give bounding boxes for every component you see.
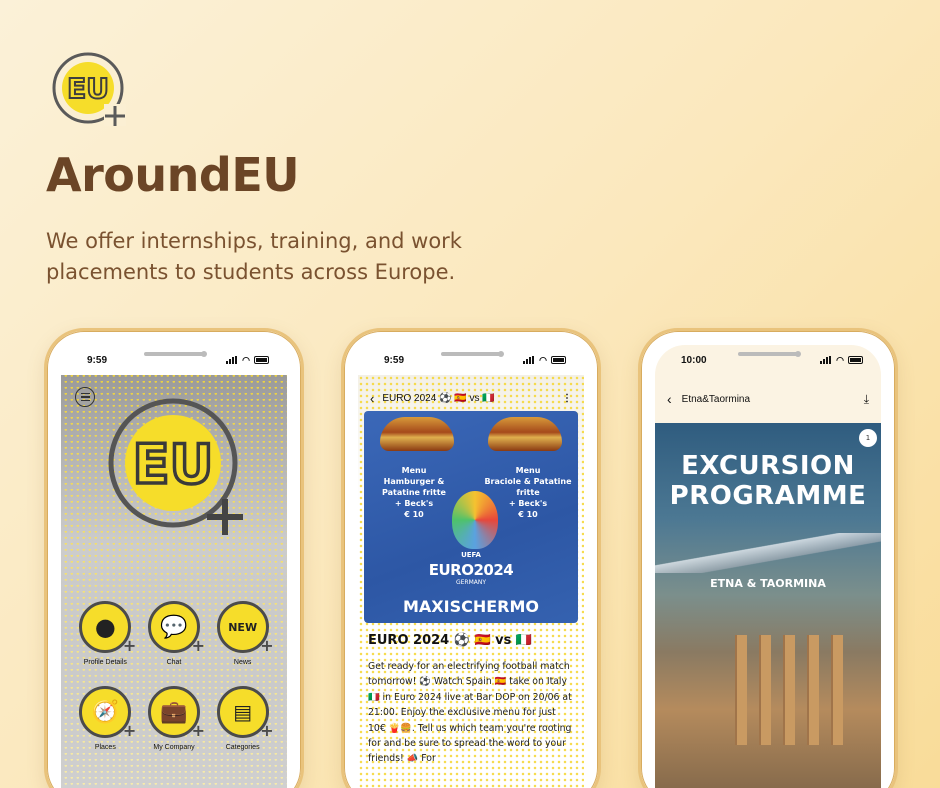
aroundeu-app-logo: EU	[108, 398, 243, 535]
compass-icon: 🧭	[91, 699, 120, 725]
chat-icon: 💬	[160, 614, 188, 640]
news-header-title: EURO 2024 ⚽ 🇪🇸 vs 🇮🇹	[382, 392, 495, 404]
more-options-icon[interactable]: ⋮	[562, 393, 572, 404]
profile-icon: ●	[94, 613, 116, 641]
poster-maxischermo: MAXISCHERMO	[402, 597, 540, 616]
wifi-icon: ◠	[539, 354, 547, 365]
wifi-icon: ◠	[242, 354, 250, 365]
svg-text:EU: EU	[67, 72, 109, 105]
status-bar: 9:59 ◠	[61, 345, 287, 375]
new-badge-icon: NEW	[228, 620, 258, 634]
phone-home-screen: 9:59 ◠ EU ● + Profile Details 💬 + Chat N…	[44, 328, 304, 788]
chat-button[interactable]: 💬 + Chat	[140, 601, 209, 666]
categories-button[interactable]: ▤ + Categories	[208, 686, 277, 751]
briefcase-icon: 💼	[160, 699, 188, 725]
back-icon[interactable]: ‹	[667, 391, 672, 407]
my-company-button[interactable]: 💼 + My Company	[140, 686, 209, 751]
status-time: 10:00	[681, 354, 707, 366]
poster-title-line1: EXCURSION	[681, 451, 855, 481]
poster-menu-left: Menu Hamburger & Patatine fritte + Beck'…	[382, 466, 446, 519]
poster-uefa: UEFA	[461, 551, 481, 559]
svg-text:EU: EU	[133, 433, 214, 496]
back-icon[interactable]: ‹	[370, 391, 374, 406]
document-title: Etna&Taormina	[681, 393, 751, 405]
brand-tagline: We offer internships, training, and work…	[46, 229, 462, 284]
excursion-poster-image: 1 EXCURSION PROGRAMME ETNA & TAORMINA	[655, 423, 881, 788]
battery-icon	[254, 356, 269, 364]
aroundeu-logo: EU	[52, 52, 126, 126]
wifi-icon: ◠	[836, 354, 844, 365]
news-title: EURO 2024 ⚽ 🇪🇸 vs 🇮🇹	[368, 633, 533, 648]
poster-germany: GERMANY	[455, 579, 487, 586]
hamburger-menu-button[interactable]	[75, 387, 95, 407]
news-button[interactable]: NEW + News	[208, 601, 277, 666]
euro-trophy-icon	[452, 491, 498, 549]
signal-icon	[820, 356, 832, 364]
places-button[interactable]: 🧭 + Places	[71, 686, 140, 751]
poster-title-line2: PROGRAMME	[669, 481, 867, 511]
euro-poster-image: Menu Hamburger & Patatine fritte + Beck'…	[364, 411, 578, 623]
brand-title: AroundEU	[46, 148, 300, 202]
download-icon[interactable]: ⤓	[864, 392, 869, 407]
phone-excursion-screen: 10:00 ◠ ‹ Etna&Taormina ⤓ 1 EXCURSION PR…	[638, 328, 898, 788]
status-time: 9:59	[87, 354, 108, 366]
battery-icon	[551, 356, 566, 364]
phone-news-screen: 9:59 ◠ ‹ EURO 2024 ⚽ 🇪🇸 vs 🇮🇹 ⋮ Menu Ham…	[341, 328, 601, 788]
poster-euro2024: EURO2024	[428, 561, 514, 579]
poster-subtitle: ETNA & TAORMINA	[710, 577, 826, 590]
battery-icon	[848, 356, 863, 364]
profile-details-button[interactable]: ● + Profile Details	[71, 601, 140, 666]
news-body: Get ready for an electrifying football m…	[368, 661, 572, 765]
signal-icon	[226, 356, 238, 364]
status-bar: 10:00 ◠	[655, 345, 881, 375]
documents-icon: ▤	[233, 700, 253, 724]
status-bar: 9:59 ◠	[358, 345, 584, 375]
status-time: 9:59	[384, 354, 405, 366]
signal-icon	[523, 356, 535, 364]
page-number-badge: 1	[859, 429, 877, 447]
